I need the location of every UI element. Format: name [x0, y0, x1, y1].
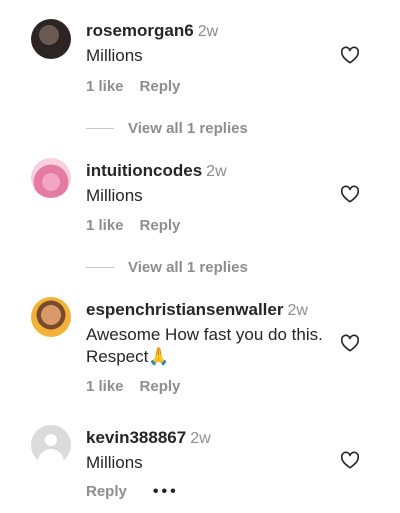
- more-options-icon[interactable]: •••: [153, 483, 179, 501]
- heart-icon[interactable]: [340, 334, 360, 352]
- heart-icon[interactable]: [340, 185, 360, 203]
- like-count[interactable]: 1 like: [86, 78, 124, 95]
- view-replies-button[interactable]: View all 1 replies: [86, 259, 248, 276]
- comment-username[interactable]: rosemorgan6: [86, 21, 194, 40]
- avatar[interactable]: [31, 425, 71, 465]
- comment-text: Millions: [86, 186, 143, 205]
- view-replies-label: View all 1 replies: [128, 259, 248, 276]
- comment-time: 2w: [190, 430, 211, 447]
- divider-line: [86, 267, 114, 268]
- divider-line: [86, 128, 114, 129]
- reply-button[interactable]: Reply: [140, 217, 181, 234]
- comment-time: 2w: [197, 23, 219, 40]
- comment-time: 2w: [287, 302, 308, 319]
- comment-time: 2w: [206, 163, 227, 180]
- view-replies-button[interactable]: View all 1 replies: [86, 120, 248, 137]
- like-count[interactable]: 1 like: [86, 378, 124, 395]
- comment-text: Awesome How fast you do this. Respect🙏: [86, 325, 323, 366]
- avatar[interactable]: [31, 297, 71, 337]
- comment-text: Millions: [86, 453, 143, 472]
- comment-username[interactable]: intuitioncodes: [86, 161, 202, 180]
- heart-icon[interactable]: [340, 451, 360, 469]
- comment-username[interactable]: kevin388867: [86, 428, 186, 447]
- reply-button[interactable]: Reply: [140, 378, 181, 395]
- heart-icon[interactable]: [340, 46, 360, 64]
- avatar[interactable]: [31, 19, 71, 59]
- reply-button[interactable]: Reply: [140, 78, 181, 95]
- comment-username[interactable]: espenchristiansenwaller: [86, 300, 283, 319]
- avatar[interactable]: [31, 158, 71, 198]
- view-replies-label: View all 1 replies: [128, 120, 248, 137]
- reply-button[interactable]: Reply: [86, 483, 127, 500]
- like-count[interactable]: 1 like: [86, 217, 124, 234]
- comment-text: Millions: [86, 46, 143, 65]
